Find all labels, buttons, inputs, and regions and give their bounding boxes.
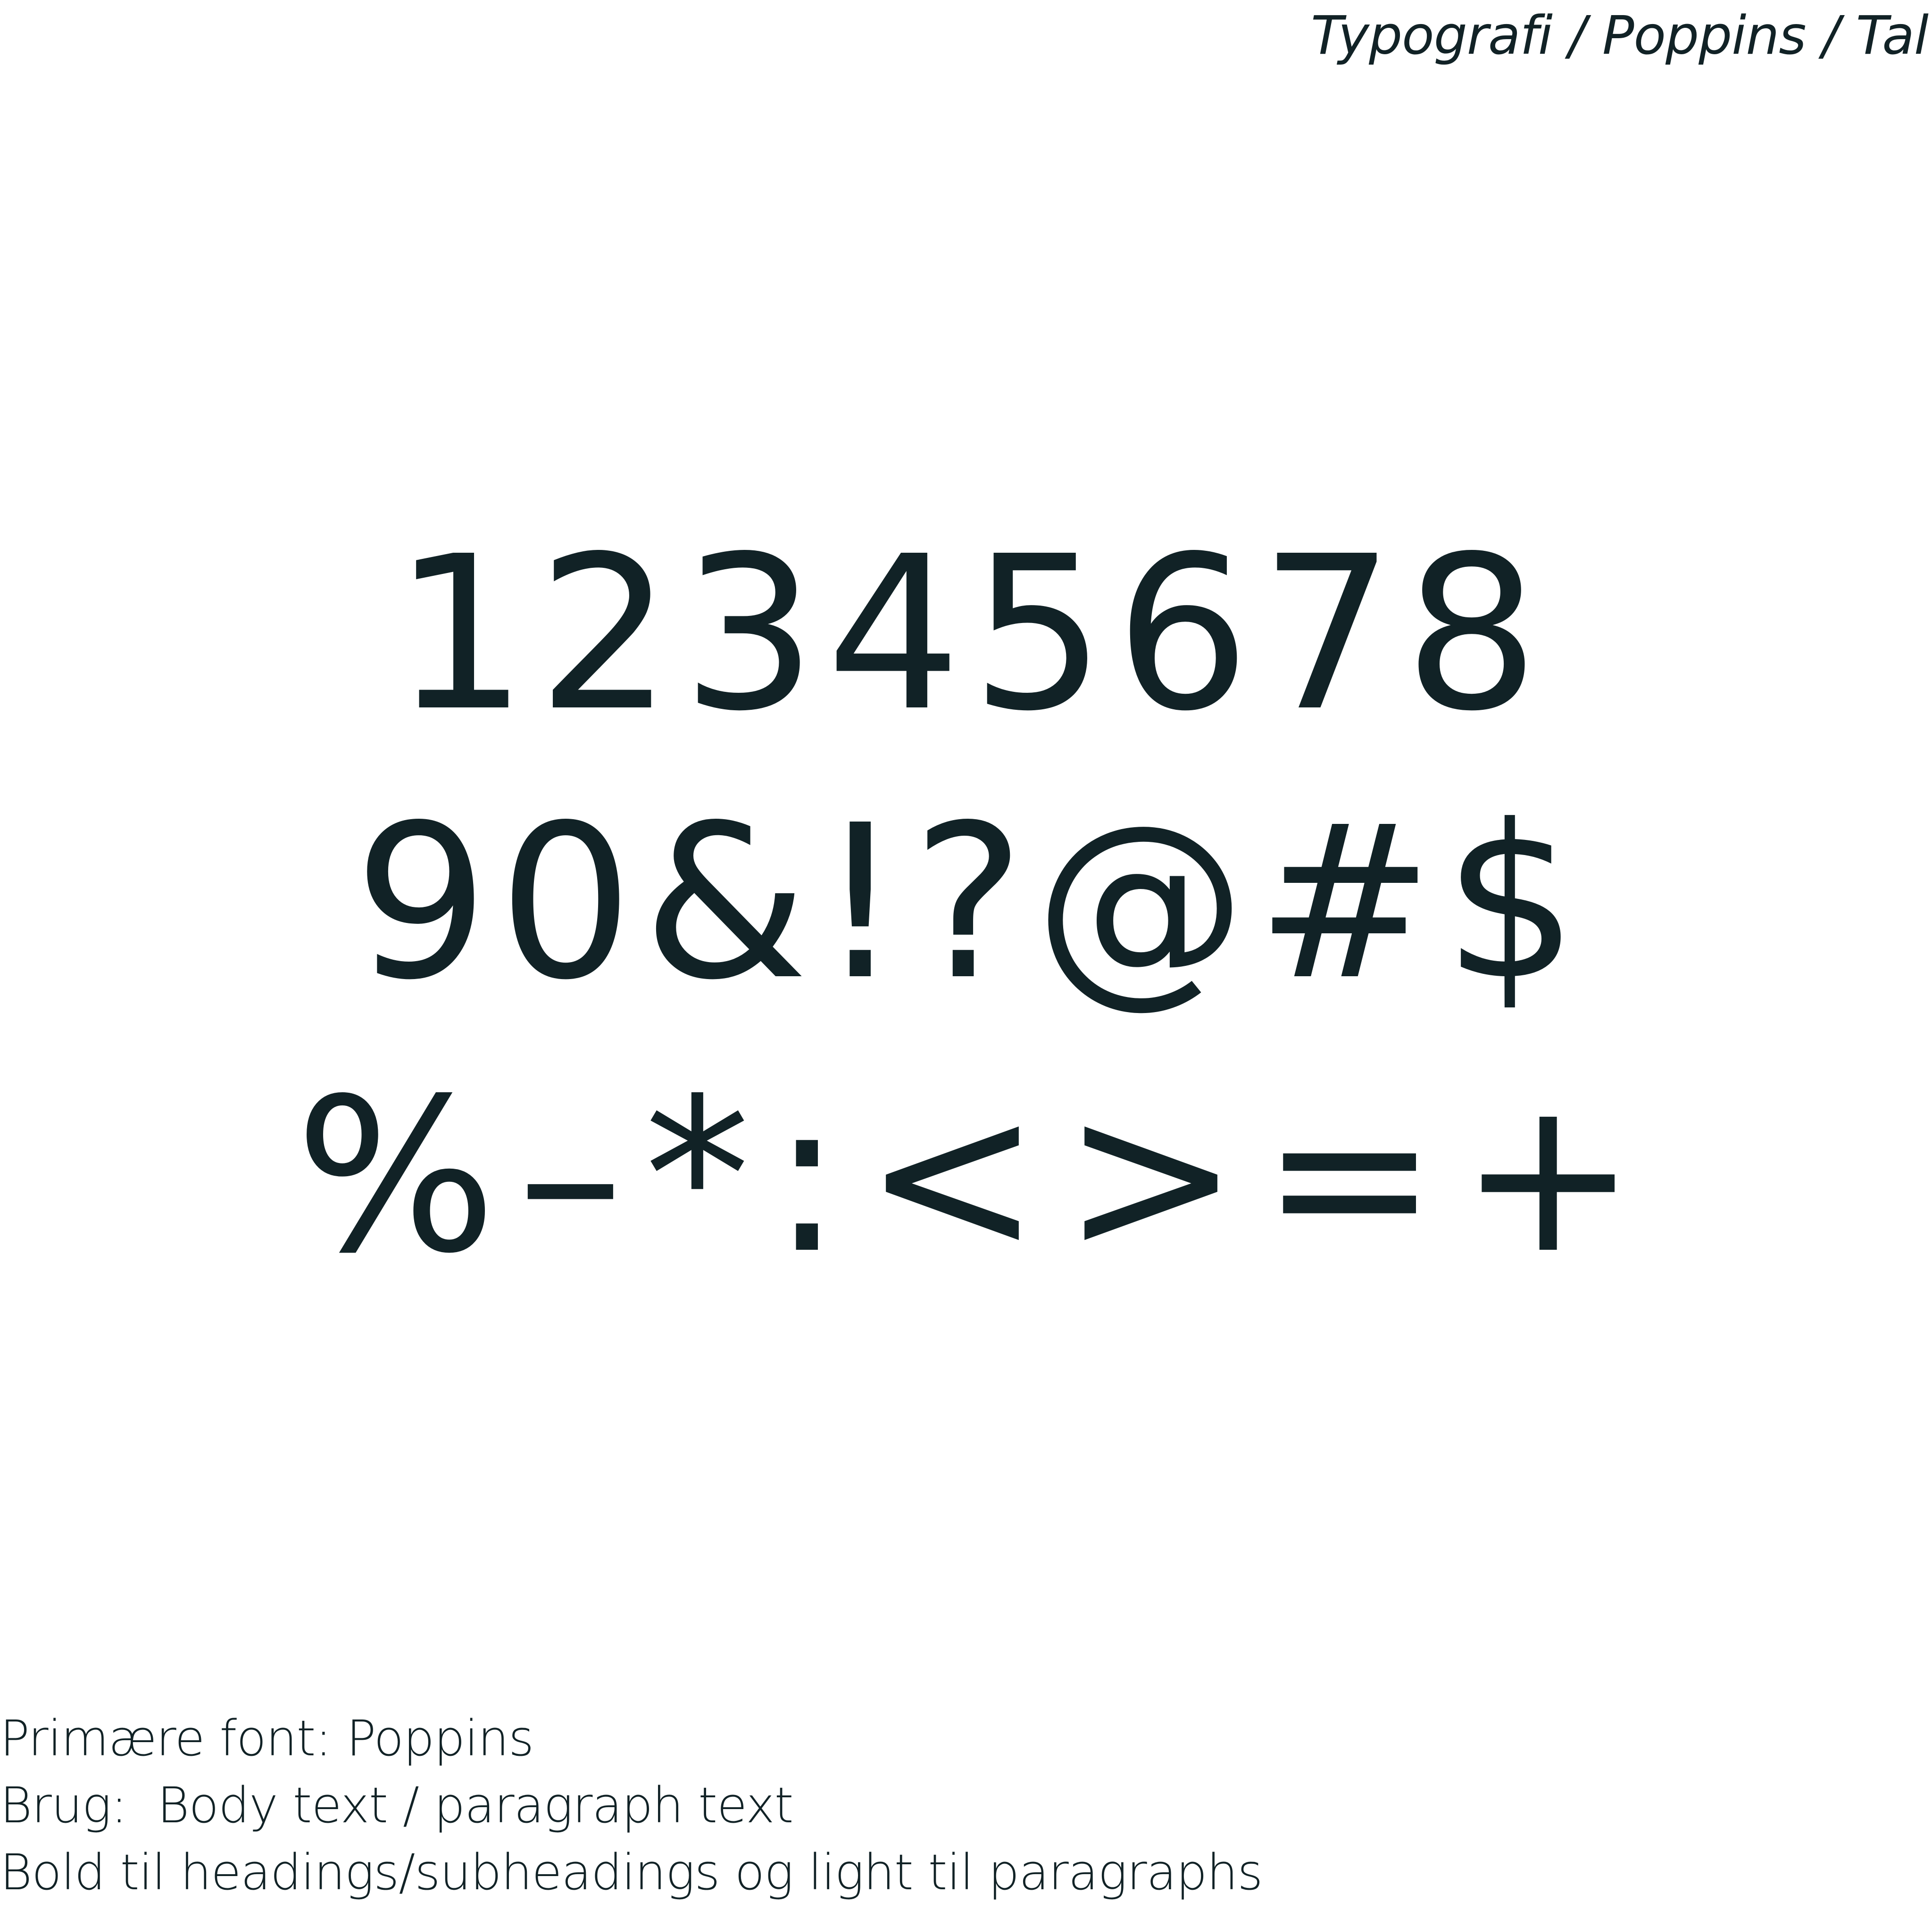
- glyph: !: [817, 780, 903, 1027]
- glyph: 5: [971, 511, 1106, 758]
- glyph-row-numbers: 1 2 3 4 5 6 7 8: [0, 528, 1932, 740]
- glyph: =: [1260, 1053, 1439, 1300]
- glyph: #: [1256, 780, 1434, 1027]
- note-primary-font: Primære font: Poppins: [0, 1710, 534, 1767]
- glyph: 0: [498, 780, 633, 1027]
- glyph: 1: [392, 511, 528, 758]
- glyph: $: [1443, 780, 1579, 1027]
- glyph: :: [771, 1053, 843, 1300]
- glyph: *: [644, 1053, 750, 1300]
- glyph: %: [295, 1053, 497, 1300]
- glyph: 8: [1404, 511, 1540, 758]
- glyph-row-operators: % – * : < > = +: [0, 1071, 1932, 1283]
- note-weights: Bold til headings/subheadings og light t…: [0, 1844, 1263, 1901]
- glyph: &: [642, 780, 808, 1027]
- glyph: +: [1459, 1053, 1637, 1300]
- glyph: 4: [826, 511, 961, 758]
- note-usage: Brug: Body text / paragraph text: [0, 1777, 793, 1834]
- glyph: –: [517, 1053, 624, 1300]
- page-title: Typografi / Poppins / Tal: [1311, 5, 1929, 66]
- glyph: 9: [353, 780, 489, 1027]
- glyph: 6: [1115, 511, 1250, 758]
- glyph-row-symbols: 9 0 & ! ? @ # $: [0, 797, 1932, 1009]
- glyph: >: [1062, 1053, 1240, 1300]
- glyph: 3: [682, 511, 817, 758]
- glyph: 2: [537, 511, 673, 758]
- glyph: <: [863, 1053, 1041, 1300]
- font-usage-notes: Primære font: Poppins Brug: Body text / …: [0, 1705, 1263, 1906]
- glyph: ?: [912, 780, 1025, 1027]
- glyph: @: [1034, 780, 1247, 1027]
- glyph: 7: [1259, 511, 1395, 758]
